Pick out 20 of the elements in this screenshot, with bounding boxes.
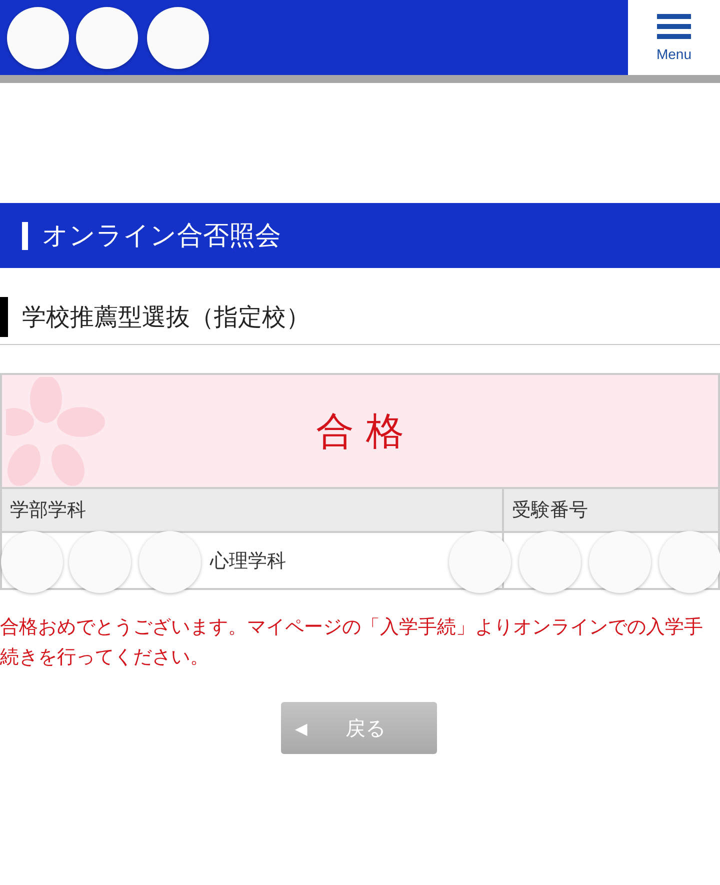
redaction-circle <box>147 7 209 69</box>
menu-button[interactable]: Menu <box>628 0 720 75</box>
column-header: 受験番号 <box>504 489 718 533</box>
column-header: 学部学科 <box>2 489 504 533</box>
redaction-circle <box>7 7 69 69</box>
redaction-circle <box>139 531 201 593</box>
department-text: 心理学科 <box>208 548 286 574</box>
redaction-circle <box>449 531 511 593</box>
menu-icon <box>657 14 691 40</box>
redaction-circle <box>519 531 581 593</box>
blossom-icon <box>6 377 106 487</box>
accent-bar <box>0 297 8 337</box>
redaction-circle <box>76 7 138 69</box>
section-title: オンライン合否照会 <box>42 220 281 253</box>
congratulation-message: 合格おめでとうございます。マイページの「入学手続」よりオンラインでの入学手続きを行ってください。 <box>0 615 704 670</box>
accent-bar <box>22 222 28 250</box>
redaction-circle <box>589 531 651 593</box>
result-text: 合 格 <box>316 408 404 454</box>
redaction-circle <box>69 531 131 593</box>
subtitle: 学校推薦型選抜（指定校） <box>22 302 310 333</box>
